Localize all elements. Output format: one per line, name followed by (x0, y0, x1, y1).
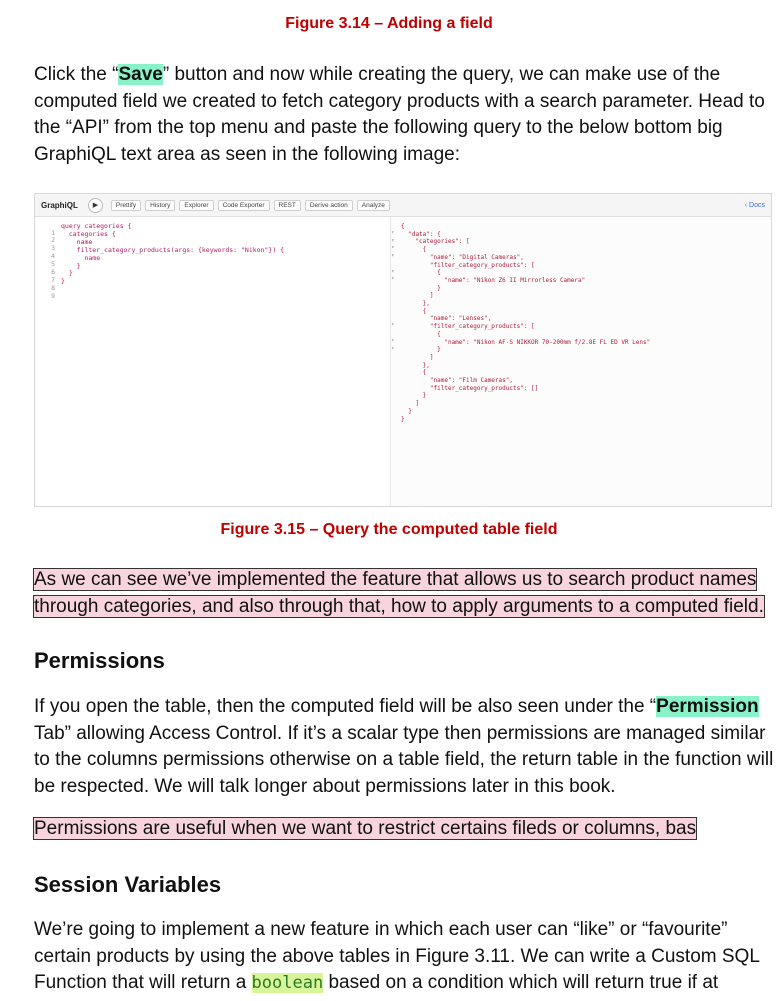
graphiql-body: 1 2 3 4 5 6 7 8 9 query categories { cat… (35, 217, 771, 506)
derive-action-button[interactable]: Derive action (304, 199, 353, 211)
explorer-button[interactable]: Explorer (179, 199, 214, 211)
paragraph-permissions-note: Permissions are useful when we want to r… (32, 816, 774, 843)
prettify-button[interactable]: Prettify (110, 199, 142, 211)
paragraph-save-instructions: Click the “Save” button and now while cr… (34, 62, 774, 168)
play-icon[interactable]: ▶ (87, 197, 103, 213)
para1-text-before: Click the “ (34, 64, 119, 85)
paragraph-session-variables: We’re going to implement a new feature i… (34, 917, 774, 997)
code-exporter-button[interactable]: Code Exporter (217, 199, 270, 211)
figure-caption-3-15: Figure 3.15 – Query the computed table f… (220, 521, 558, 538)
analyze-button[interactable]: Analyze (356, 199, 390, 211)
result-fold-gutter[interactable]: ▾ ▾ ▾ ▾ ▾ ▾ ▾ ▾ ▾ (391, 229, 399, 352)
para3-text-after: Tab” allowing Access Control. If it’s a … (34, 722, 774, 797)
save-highlight: Save (118, 64, 163, 85)
graphiql-title: GraphiQL (41, 200, 78, 210)
highlighted-note-text: Permissions are useful when we want to r… (32, 817, 698, 840)
query-code[interactable]: query categories { categories { name fil… (61, 222, 284, 286)
result-json: { "data": { "categories": [ { "name": "D… (401, 223, 651, 423)
history-button[interactable]: History (145, 199, 176, 211)
permission-highlight: Permission (656, 696, 759, 717)
para5-text-after: based on a condition which will return t… (323, 972, 719, 993)
paragraph-permissions: If you open the table, then the computed… (34, 694, 774, 800)
query-line-numbers: 1 2 3 4 5 6 7 8 9 (51, 228, 55, 300)
docs-button[interactable]: ‹ Docs (745, 202, 765, 209)
rest-button[interactable]: REST (273, 199, 301, 211)
graphiql-toolbar: GraphiQL ▶ Prettify History Explorer Cod… (35, 194, 771, 217)
result-pane: ▾ ▾ ▾ ▾ ▾ ▾ ▾ ▾ ▾ { "data": { "categorie… (391, 217, 771, 506)
highlighted-comment-text: As we can see we’ve implemented the feat… (33, 568, 765, 618)
heading-session-variables: Session Variables (34, 872, 222, 897)
heading-permissions: Permissions (34, 648, 165, 673)
paragraph-computed-field-summary: As we can see we’ve implemented the feat… (33, 567, 774, 620)
figure-caption-3-14: Figure 3.14 – Adding a field (285, 15, 493, 32)
graphiql-screenshot: GraphiQL ▶ Prettify History Explorer Cod… (34, 193, 772, 507)
para3-text-before: If you open the table, then the computed… (34, 696, 657, 717)
document-page: Figure 3.14 – Adding a field Click the “… (0, 0, 778, 1001)
query-editor[interactable]: 1 2 3 4 5 6 7 8 9 query categories { cat… (35, 217, 391, 506)
boolean-code-highlight: boolean (251, 973, 324, 993)
